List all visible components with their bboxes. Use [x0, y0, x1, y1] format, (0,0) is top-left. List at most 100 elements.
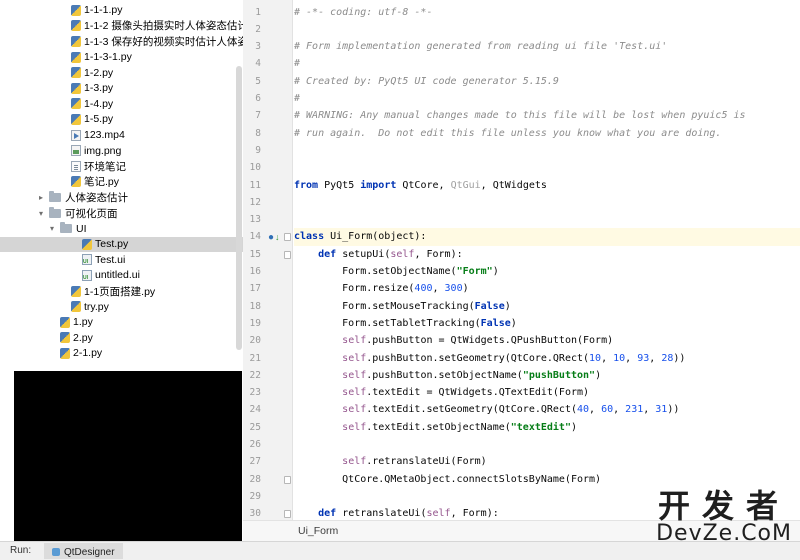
code-token: # — [294, 93, 301, 104]
code-token: .textEdit = QtWidgets.QTextEdit(Form) — [366, 387, 590, 399]
tree-file[interactable]: 2.py — [0, 330, 243, 346]
tree-file[interactable]: 1-1页面搭建.py — [0, 283, 243, 299]
run-tab-qtdesigner[interactable]: QtDesigner — [44, 543, 123, 559]
py-file-icon — [60, 332, 70, 344]
code-token: .pushButton.setGeometry(QtCore.QRect( — [366, 352, 590, 364]
py-file-icon — [71, 51, 81, 63]
fold-icon[interactable] — [284, 250, 291, 259]
tree-folder[interactable]: ▾ UI — [0, 221, 243, 237]
code-line: Form.setObjectName("Form") — [294, 263, 800, 280]
chevron-down-icon[interactable]: ▾ — [36, 209, 46, 218]
code-token: 40 — [576, 404, 590, 416]
tree-file[interactable]: 1-1-1.py — [0, 3, 243, 19]
breadcrumb-item-class[interactable]: Ui_Form — [298, 525, 338, 537]
fold-icon[interactable] — [284, 475, 291, 484]
code-token: , QtWidgets — [480, 179, 547, 191]
watermark-top-text: 开发者 — [658, 487, 791, 525]
code-token: .retranslateUi(Form) — [366, 456, 487, 468]
tree-file[interactable]: 2-1.py — [0, 346, 243, 362]
tree-file[interactable]: 1-1-3-1.py — [0, 49, 243, 65]
code-token: )) — [673, 352, 686, 364]
code-line: self.retranslateUi(Form) — [294, 453, 800, 470]
code-token: self — [390, 248, 415, 260]
tree-file[interactable]: try.py — [0, 299, 243, 315]
line-number: 18 — [249, 300, 261, 312]
ui-file-icon — [82, 254, 92, 266]
code-token: .textEdit.setGeometry(QtCore.QRect( — [366, 404, 577, 416]
tree-file[interactable]: 1-1-3 保存好的视频实时估计人体姿态 — [0, 34, 243, 50]
code-line: # — [294, 55, 800, 72]
chevron-down-icon[interactable]: ▾ — [47, 224, 57, 233]
code-token: # run again. Do not edit this file unles… — [294, 127, 722, 139]
line-number: 20 — [249, 335, 261, 347]
tree-file[interactable]: 1-2.py — [0, 65, 243, 81]
line-number: 30 — [249, 508, 261, 520]
code-token: , — [613, 404, 626, 416]
code-token: ) — [510, 317, 517, 329]
line-number: 16 — [249, 266, 261, 277]
code-token: retranslateUi( — [342, 508, 427, 520]
code-line: self.textEdit.setObjectName("textEdit") — [294, 419, 800, 436]
chevron-right-icon[interactable]: ▸ — [36, 193, 46, 202]
code-token: self — [342, 456, 367, 468]
tree-file[interactable]: Test.py — [0, 236, 243, 253]
code-token: self — [342, 421, 367, 433]
line-number: 11 — [249, 179, 261, 191]
tree-folder[interactable]: ▾ 可视化页面 — [0, 205, 243, 221]
code-editor[interactable]: # -*- coding: utf-8 -*- # Form implementa… — [294, 0, 800, 520]
py-file-icon — [82, 238, 92, 250]
code-token: def — [318, 248, 343, 260]
run-label: Run: — [10, 545, 32, 556]
tree-file[interactable]: 1-4.py — [0, 96, 243, 112]
code-token: .pushButton = QtWidgets.QPushButton(Form… — [366, 335, 614, 347]
code-token: , — [625, 352, 638, 364]
tree-file[interactable]: untitled.ui — [0, 268, 243, 284]
tree-item-label: 1-2.py — [84, 66, 114, 79]
code-token: , — [649, 352, 662, 364]
line-number: 21 — [249, 352, 261, 364]
tree-file[interactable]: 1-5.py — [0, 112, 243, 128]
tree-file[interactable]: Test.ui — [0, 252, 243, 268]
tree-file[interactable]: img.png — [0, 143, 243, 159]
code-token: 31 — [655, 404, 668, 416]
code-line: Form.setMouseTracking(False) — [294, 298, 800, 315]
code-token: self — [342, 369, 367, 381]
tree-folder[interactable]: ▸ 人体姿态估计 — [0, 190, 243, 206]
tree-file[interactable]: 环境笔记 — [0, 159, 243, 175]
code-token: # WARNING: Any manual changes made to th… — [294, 110, 746, 122]
tree-item-label: 环境笔记 — [84, 160, 126, 173]
run-gutter-icon[interactable]: ●↓ — [268, 232, 280, 243]
tree-file[interactable]: 123.mp4 — [0, 127, 243, 143]
tree-file[interactable]: 1.py — [0, 315, 243, 331]
code-token: setupUi( — [342, 248, 391, 260]
project-tree-scrollbar[interactable] — [236, 66, 242, 350]
code-token: self — [342, 387, 367, 399]
line-number: 15 — [249, 248, 261, 260]
tree-file[interactable]: 笔记.py — [0, 174, 243, 190]
tree-file[interactable]: 1-3.py — [0, 81, 243, 97]
fold-icon[interactable] — [284, 233, 291, 242]
editor-gutter: ●↓ 1 2 3 4 5 6 7 8 9 10 11 12 13 14 15 16 17 18 19 20 21 22 23… — [243, 0, 293, 520]
code-token: False — [474, 300, 505, 312]
code-line: self.pushButton.setObjectName("pushButto… — [294, 367, 800, 384]
code-token: .pushButton.setObjectName( — [366, 369, 523, 381]
tree-item-label: 2-1.py — [73, 347, 103, 360]
fold-icon[interactable] — [284, 510, 291, 519]
line-number: 1 — [255, 6, 261, 18]
code-token: 28 — [661, 352, 674, 364]
run-config-icon — [52, 548, 60, 556]
line-number: 2 — [255, 23, 261, 35]
ui-file-icon — [82, 269, 92, 281]
code-token: self — [342, 352, 367, 364]
tree-item-label: try.py — [84, 300, 109, 313]
tree-file[interactable]: 1-1-2 摄像头拍摄实时人体姿态估计.p — [0, 18, 243, 34]
code-line: # -*- coding: utf-8 -*- — [294, 4, 800, 21]
code-token: .textEdit.setObjectName( — [366, 421, 511, 433]
line-number: 8 — [255, 127, 261, 139]
